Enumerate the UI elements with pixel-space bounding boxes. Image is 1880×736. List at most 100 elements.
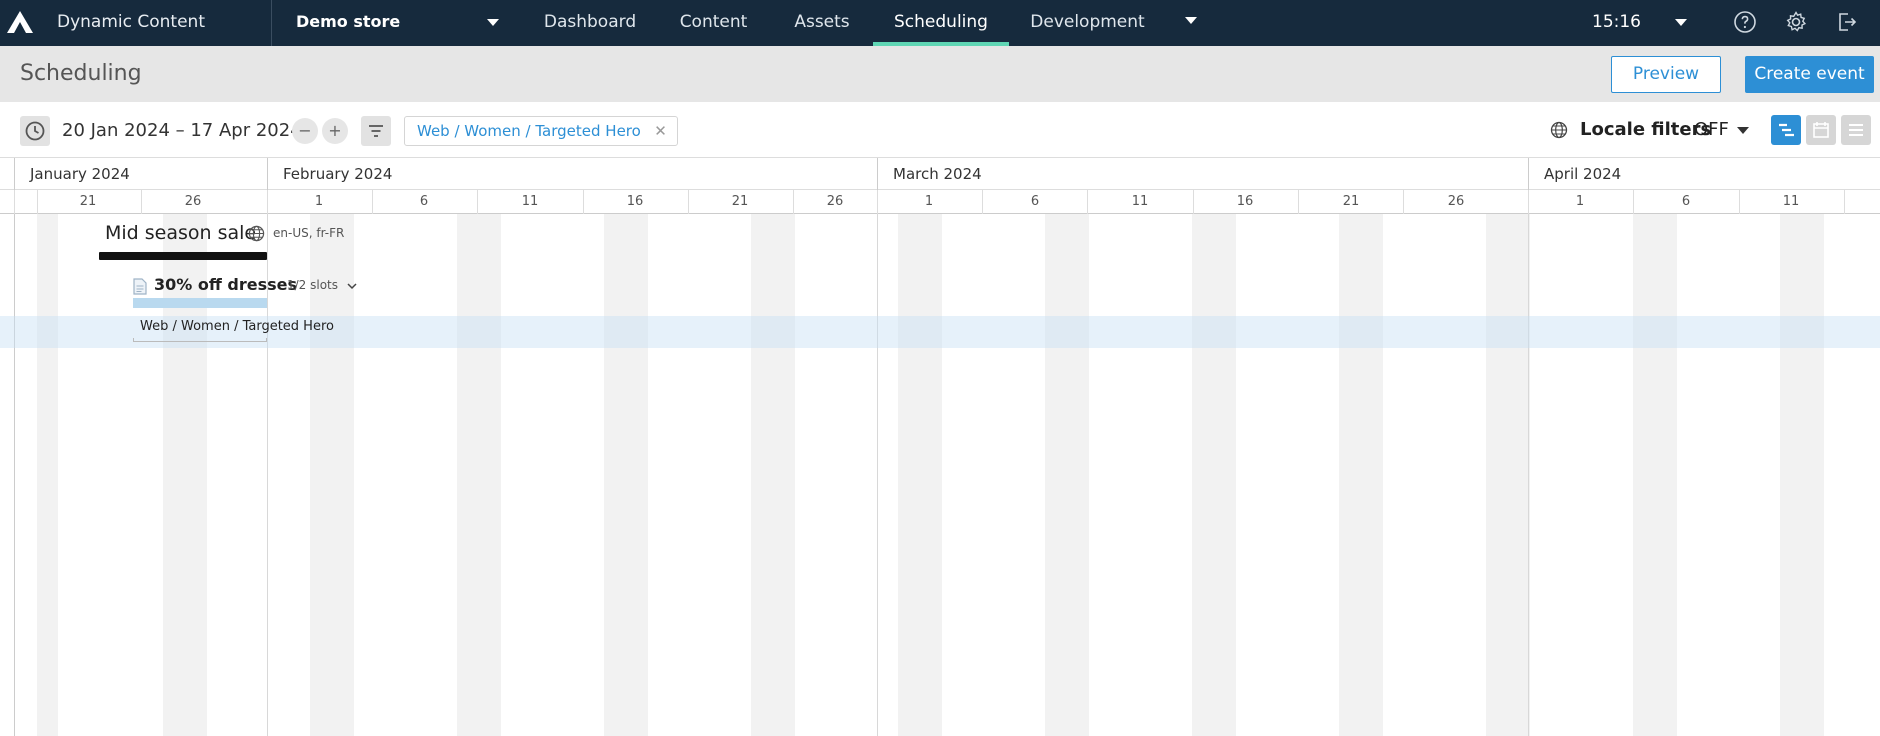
day-label: 21 bbox=[731, 194, 749, 209]
weekend-column bbox=[604, 214, 626, 736]
timeline-month-header: January 2024 February 2024 March 2024 Ap… bbox=[0, 158, 1880, 190]
day-label: 21 bbox=[1342, 194, 1360, 209]
globe-icon bbox=[1550, 121, 1568, 139]
tab-development[interactable]: Development bbox=[1020, 0, 1155, 46]
day-divider bbox=[1633, 190, 1634, 214]
tab-dashboard[interactable]: Dashboard bbox=[530, 0, 650, 46]
day-label: 11 bbox=[1131, 194, 1149, 209]
weekend-column bbox=[1508, 214, 1530, 736]
store-selector[interactable]: Demo store bbox=[296, 12, 400, 31]
content-item-duration-bar[interactable] bbox=[133, 298, 267, 308]
day-divider bbox=[1087, 190, 1088, 214]
more-tabs-chevron-down-icon[interactable] bbox=[1185, 17, 1197, 24]
weekend-column bbox=[457, 214, 479, 736]
app-logo-icon[interactable] bbox=[6, 10, 34, 34]
weekend-column bbox=[898, 214, 920, 736]
zoom-in-button[interactable]: + bbox=[322, 118, 348, 144]
day-label: 1 bbox=[314, 194, 324, 209]
slots-count[interactable]: 1/2 slots bbox=[287, 278, 338, 292]
weekend-column bbox=[626, 214, 648, 736]
slot-duration-bar[interactable] bbox=[133, 338, 267, 342]
time-chevron-down-icon[interactable] bbox=[1675, 19, 1687, 26]
timeline-view-button[interactable] bbox=[1771, 115, 1801, 145]
weekend-column bbox=[1361, 214, 1383, 736]
day-label: 6 bbox=[1030, 194, 1040, 209]
weekend-column bbox=[1633, 214, 1655, 736]
day-divider bbox=[877, 190, 878, 214]
day-label: 11 bbox=[1782, 194, 1800, 209]
calendar-view-button[interactable] bbox=[1806, 115, 1836, 145]
content-item-title[interactable]: 30% off dresses bbox=[154, 275, 297, 294]
event-globe-icon bbox=[248, 225, 265, 242]
grid-line bbox=[1528, 214, 1529, 736]
weekend-column bbox=[1655, 214, 1677, 736]
event-locales: en-US, fr-FR bbox=[273, 226, 345, 240]
month-label: April 2024 bbox=[1528, 158, 1880, 190]
timeline-view-icon bbox=[1779, 123, 1794, 137]
day-divider bbox=[793, 190, 794, 214]
day-divider bbox=[372, 190, 373, 214]
timeline-day-header: 21 26 1 6 11 16 21 26 1 6 11 16 21 26 1 … bbox=[0, 190, 1880, 214]
remove-filter-close-icon[interactable]: ✕ bbox=[654, 117, 667, 145]
filter-button[interactable] bbox=[361, 116, 391, 146]
weekend-column bbox=[920, 214, 942, 736]
day-divider bbox=[1298, 190, 1299, 214]
locale-filters-dropdown[interactable]: OFF bbox=[1694, 119, 1729, 140]
list-view-button[interactable] bbox=[1841, 115, 1871, 145]
day-label: 1 bbox=[924, 194, 934, 209]
store-chevron-down-icon[interactable] bbox=[487, 19, 499, 26]
weekend-column bbox=[332, 214, 354, 736]
weekend-column bbox=[1339, 214, 1361, 736]
filter-chip-label: Web / Women / Targeted Hero bbox=[417, 122, 641, 140]
app-name: Dynamic Content bbox=[57, 12, 205, 32]
event-duration-bar[interactable] bbox=[99, 252, 267, 260]
day-divider bbox=[14, 190, 15, 214]
day-label: 11 bbox=[521, 194, 539, 209]
day-divider bbox=[477, 190, 478, 214]
zoom-out-button[interactable]: − bbox=[292, 118, 318, 144]
date-range-label[interactable]: 20 Jan 2024 – 17 Apr 2024 bbox=[62, 120, 302, 141]
slot-label: Web / Women / Targeted Hero bbox=[140, 319, 334, 334]
grid-line bbox=[14, 214, 15, 736]
top-navigation: Dynamic Content Demo store Dashboard Con… bbox=[0, 0, 1880, 46]
tab-scheduling[interactable]: Scheduling bbox=[873, 0, 1009, 46]
day-label: 16 bbox=[1236, 194, 1254, 209]
logout-icon[interactable] bbox=[1835, 10, 1859, 34]
day-divider bbox=[1528, 190, 1529, 214]
help-icon[interactable] bbox=[1733, 10, 1757, 34]
day-label: 21 bbox=[79, 194, 97, 209]
time-display[interactable]: 15:16 bbox=[1592, 12, 1641, 32]
day-label: 6 bbox=[1681, 194, 1691, 209]
event-title[interactable]: Mid season sale bbox=[105, 222, 256, 244]
clock-icon bbox=[25, 121, 45, 141]
tab-assets[interactable]: Assets bbox=[777, 0, 867, 46]
create-event-button[interactable]: Create event bbox=[1745, 56, 1874, 93]
day-label: 6 bbox=[419, 194, 429, 209]
filter-chip[interactable]: Web / Women / Targeted Hero ✕ bbox=[404, 116, 678, 146]
filter-icon bbox=[369, 125, 383, 137]
weekend-column bbox=[1214, 214, 1236, 736]
weekend-column bbox=[1192, 214, 1214, 736]
day-divider bbox=[1403, 190, 1404, 214]
date-picker-button[interactable] bbox=[20, 116, 50, 146]
weekend-column bbox=[1067, 214, 1089, 736]
weekend-column bbox=[479, 214, 501, 736]
day-divider bbox=[37, 190, 38, 214]
expand-chevron-down-icon[interactable] bbox=[346, 281, 358, 291]
settings-gear-icon[interactable] bbox=[1784, 10, 1808, 34]
day-label: 1 bbox=[1575, 194, 1585, 209]
page-title: Scheduling bbox=[20, 61, 142, 86]
locale-filters-label: Locale filters bbox=[1580, 119, 1712, 140]
day-divider bbox=[1739, 190, 1740, 214]
weekend-column bbox=[751, 214, 773, 736]
tab-content[interactable]: Content bbox=[665, 0, 762, 46]
day-label: 26 bbox=[826, 194, 844, 209]
day-label: 26 bbox=[1447, 194, 1465, 209]
weekend-column bbox=[1486, 214, 1508, 736]
preview-button[interactable]: Preview bbox=[1611, 56, 1721, 93]
locale-chevron-down-icon[interactable] bbox=[1737, 127, 1749, 134]
day-divider bbox=[583, 190, 584, 214]
weekend-column bbox=[1045, 214, 1067, 736]
weekend-column bbox=[310, 214, 332, 736]
day-divider bbox=[1844, 190, 1845, 214]
